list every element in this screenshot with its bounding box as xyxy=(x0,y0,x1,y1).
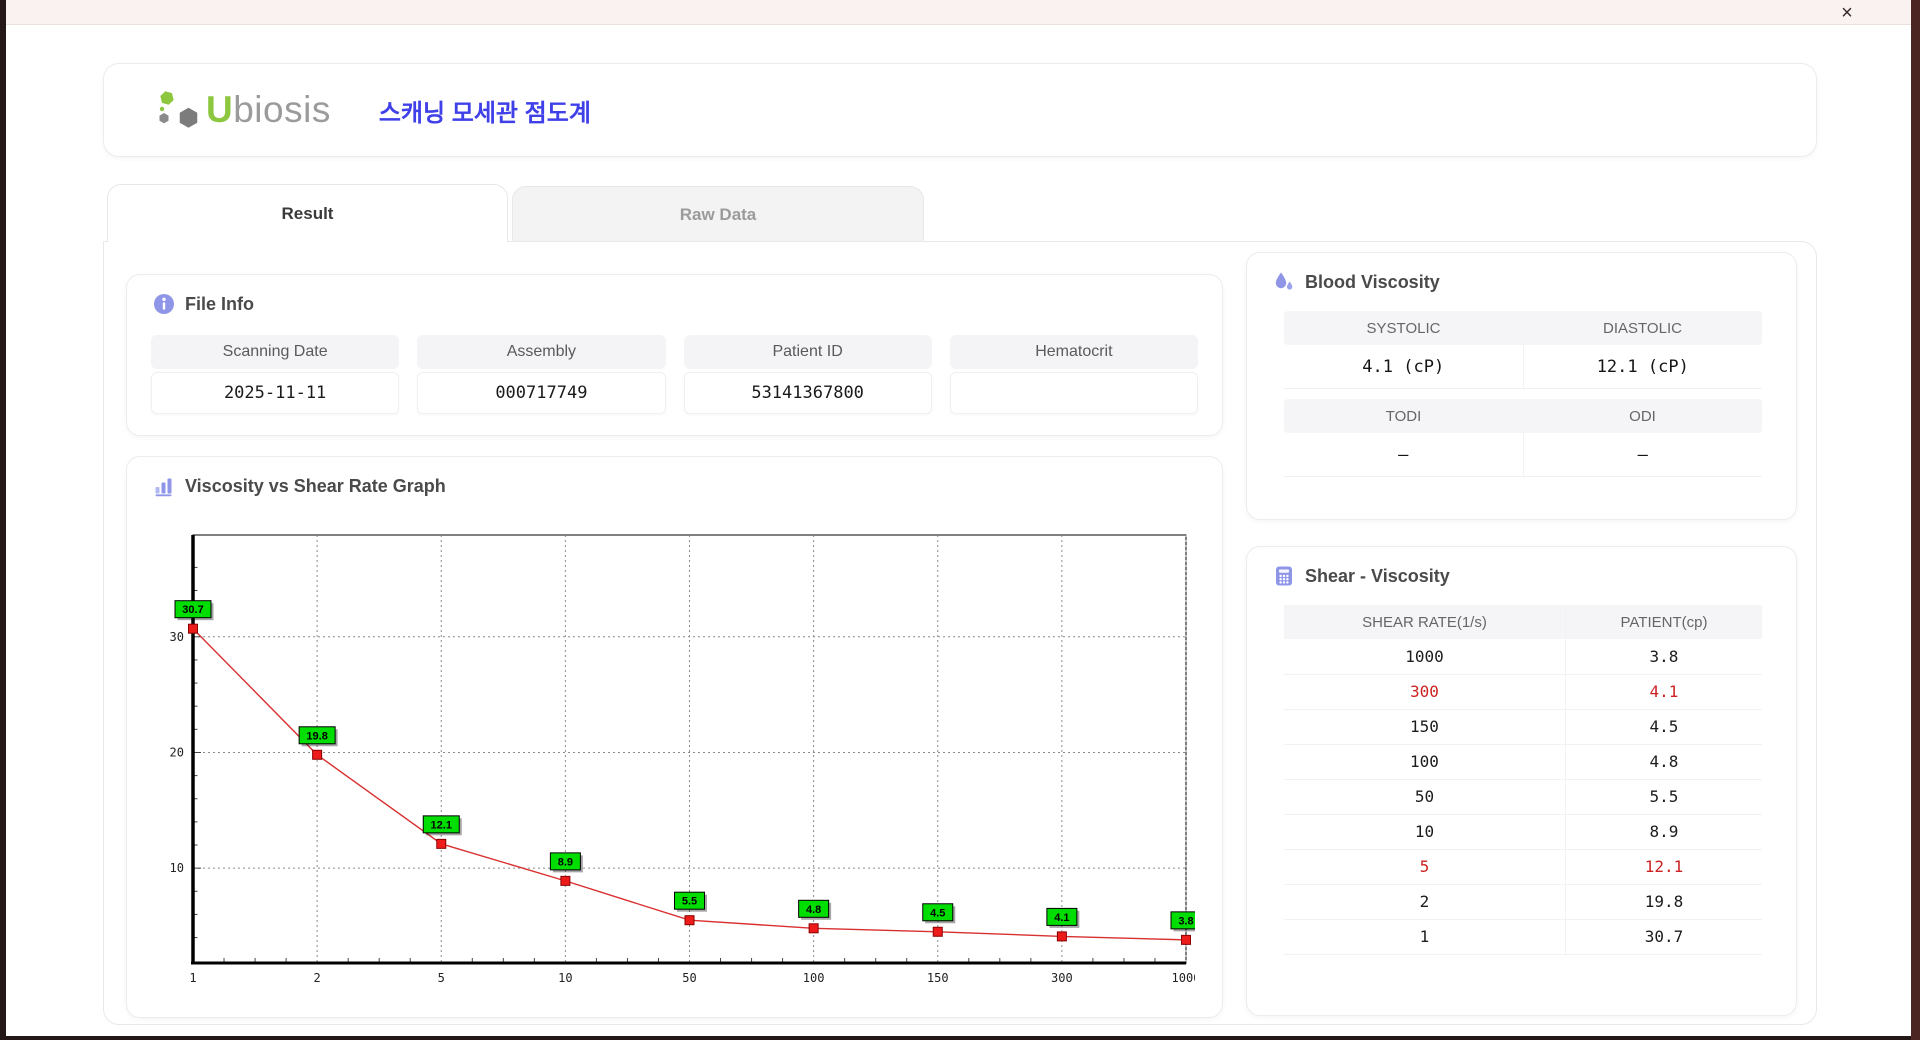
blood-viscosity-heading: Blood Viscosity xyxy=(1273,271,1440,293)
tab-raw-data[interactable]: Raw Data xyxy=(512,186,924,242)
table-row: 100 4.8 xyxy=(1284,744,1762,780)
diastolic-value: 12.1 (cP) xyxy=(1522,345,1762,389)
result-panel: File Info Scanning Date 2025-11-11 Assem… xyxy=(103,241,1817,1025)
viscosity-graph-heading: Viscosity vs Shear Rate Graph xyxy=(153,475,446,497)
shear-viscosity-table: SHEAR RATE(1/s) PATIENT(cp) 1000 3.8 300 4… xyxy=(1284,605,1762,955)
table-header-row: SYSTOLIC DIASTOLIC xyxy=(1284,311,1762,345)
svg-text:2: 2 xyxy=(314,971,321,985)
field-label: Hematocrit xyxy=(949,335,1198,369)
odi-header: ODI xyxy=(1629,407,1656,425)
table-value-row: – – xyxy=(1284,433,1762,477)
field-value xyxy=(949,372,1198,414)
blood-viscosity-card: Blood Viscosity SYSTOLIC DIASTOLIC 4.1 (… xyxy=(1246,252,1797,520)
ubiosis-logo-text: Ubiosis xyxy=(206,89,331,130)
blood-viscosity-table: SYSTOLIC DIASTOLIC 4.1 (cP) 12.1 (cP) TO… xyxy=(1284,311,1762,477)
svg-text:1: 1 xyxy=(189,971,196,985)
table-value-row: 4.1 (cP) 12.1 (cP) xyxy=(1284,345,1762,389)
odi-value: – xyxy=(1522,433,1762,477)
table-row: 300 4.1 xyxy=(1284,674,1762,710)
close-icon: × xyxy=(1841,1,1853,24)
svg-text:4.5: 4.5 xyxy=(930,907,945,919)
ubiosis-logo: Ubiosis xyxy=(154,87,331,133)
svg-text:150: 150 xyxy=(927,971,949,985)
diastolic-header: DIASTOLIC xyxy=(1603,319,1682,337)
svg-text:10: 10 xyxy=(170,861,184,875)
systolic-value: 4.1 (cP) xyxy=(1284,345,1523,389)
table-row: 5 12.1 xyxy=(1284,849,1762,885)
svg-text:100: 100 xyxy=(803,971,825,985)
ubiosis-logo-icon xyxy=(159,91,198,128)
window-border-bottom xyxy=(0,1036,1920,1040)
app-header: Ubiosis 스캐닝 모세관 점도계 xyxy=(103,63,1817,157)
viscosity-chart-container: 10 20 30 1 2 5 10 50 100 150 300 1000 30.7 19.8 12.1 8.… xyxy=(155,527,1204,1010)
table-header-row: SHEAR RATE(1/s) PATIENT(cp) xyxy=(1284,605,1762,639)
table-row: 1000 3.8 xyxy=(1284,639,1762,675)
table-row: 10 8.9 xyxy=(1284,814,1762,850)
shear-rate-header: SHEAR RATE(1/s) xyxy=(1284,605,1566,639)
todi-header: TODI xyxy=(1385,407,1422,425)
svg-text:50: 50 xyxy=(682,971,696,985)
table-row: 1 30.7 xyxy=(1284,919,1762,955)
field-label: Scanning Date xyxy=(151,335,400,369)
tab-result[interactable]: Result xyxy=(107,184,508,242)
table-row: 150 4.5 xyxy=(1284,709,1762,745)
svg-text:5.5: 5.5 xyxy=(682,896,697,908)
shear-viscosity-heading: Shear - Viscosity xyxy=(1273,565,1450,587)
field-assembly: Assembly 000717749 xyxy=(417,335,666,414)
todi-odi-group: TODI ODI – – xyxy=(1284,399,1762,477)
file-info-heading: File Info xyxy=(153,293,254,315)
systolic-header: SYSTOLIC xyxy=(1366,319,1441,337)
svg-text:30: 30 xyxy=(170,630,184,644)
file-info-fields: Scanning Date 2025-11-11 Assembly 000717… xyxy=(151,335,1198,414)
field-label: Patient ID xyxy=(683,335,932,369)
svg-text:12.1: 12.1 xyxy=(431,819,452,831)
viscosity-graph-card: Viscosity vs Shear Rate Graph 10 20 30 1 2 5 1… xyxy=(126,456,1223,1018)
window-titlebar: × xyxy=(6,0,1911,25)
field-value: 53141367800 xyxy=(683,372,932,414)
app-title: 스캐닝 모세관 점도계 xyxy=(378,99,591,127)
droplets-icon xyxy=(1275,272,1293,290)
svg-text:4.8: 4.8 xyxy=(806,904,821,916)
svg-text:4.1: 4.1 xyxy=(1054,912,1069,924)
svg-text:300: 300 xyxy=(1051,971,1073,985)
window-border-left xyxy=(0,0,6,1040)
svg-text:5: 5 xyxy=(438,971,445,985)
info-icon xyxy=(154,294,174,314)
close-button[interactable]: × xyxy=(1835,1,1859,25)
svg-text:20: 20 xyxy=(170,745,184,759)
todi-value: – xyxy=(1284,433,1523,477)
svg-text:3.8: 3.8 xyxy=(1178,915,1193,927)
systolic-diastolic-group: SYSTOLIC DIASTOLIC 4.1 (cP) 12.1 (cP) xyxy=(1284,311,1762,389)
shear-viscosity-card: Shear - Viscosity SHEAR RATE(1/s) PATIEN… xyxy=(1246,546,1797,1016)
field-value: 000717749 xyxy=(417,372,666,414)
field-hematocrit: Hematocrit xyxy=(949,335,1198,414)
calculator-icon xyxy=(1276,566,1292,586)
field-patient-id: Patient ID 53141367800 xyxy=(683,335,932,414)
svg-text:10: 10 xyxy=(558,971,572,985)
viscosity-chart: 10 20 30 1 2 5 10 50 100 150 300 1000 30.7 19.8 12.1 8.… xyxy=(170,534,1204,985)
field-value: 2025-11-11 xyxy=(151,372,400,414)
field-scanning-date: Scanning Date 2025-11-11 xyxy=(151,335,400,414)
table-row: 50 5.5 xyxy=(1284,779,1762,815)
patient-header: PATIENT(cp) xyxy=(1564,605,1762,639)
table-row: 2 19.8 xyxy=(1284,884,1762,920)
svg-text:19.8: 19.8 xyxy=(306,730,327,742)
bar-chart-icon xyxy=(155,478,172,497)
svg-text:30.7: 30.7 xyxy=(182,604,203,616)
field-label: Assembly xyxy=(417,335,666,369)
svg-text:1000: 1000 xyxy=(1172,971,1195,985)
file-info-card: File Info Scanning Date 2025-11-11 Assem… xyxy=(126,274,1223,436)
window-border-right xyxy=(1911,0,1920,1040)
table-header-row: TODI ODI xyxy=(1284,399,1762,433)
svg-text:8.9: 8.9 xyxy=(558,856,573,868)
